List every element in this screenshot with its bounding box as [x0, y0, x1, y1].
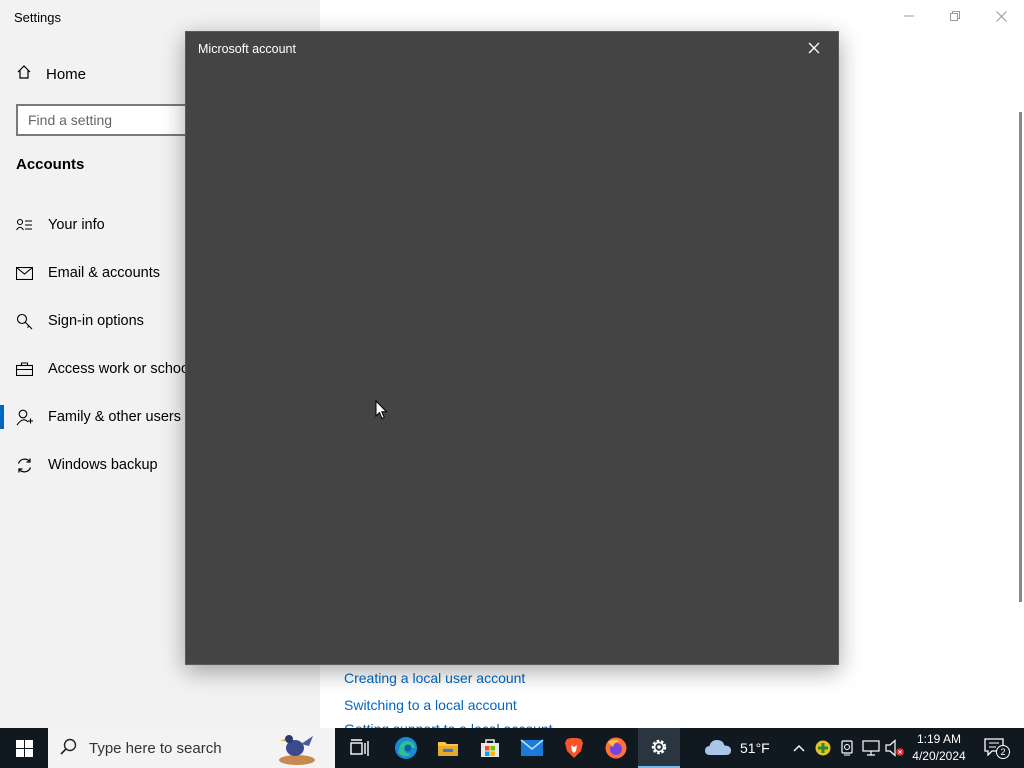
taskbar-search-box[interactable]: Type here to search	[48, 728, 335, 768]
firefox-taskbar-button[interactable]	[595, 728, 637, 768]
edge-taskbar-button[interactable]	[385, 728, 427, 768]
sidebar-item-label: Your info	[48, 217, 105, 233]
network-button[interactable]	[860, 728, 882, 768]
network-icon	[862, 740, 880, 756]
restore-button[interactable]	[932, 0, 978, 32]
app-title: Settings	[14, 10, 61, 25]
link-create-local-account[interactable]: Creating a local user account	[344, 670, 525, 686]
volume-muted-icon	[885, 739, 904, 757]
firefox-icon	[605, 737, 627, 759]
mouse-cursor-icon	[375, 399, 388, 425]
search-icon	[60, 738, 77, 759]
start-button[interactable]	[0, 728, 48, 768]
restore-icon	[950, 11, 960, 21]
task-view-icon	[350, 739, 369, 756]
edge-icon	[395, 737, 417, 759]
volume-button[interactable]	[884, 728, 906, 768]
close-icon	[808, 41, 820, 59]
dialog-title: Microsoft account	[198, 42, 296, 56]
taskbar: Type here to search 51°F 1:19 AM 4/20/20…	[0, 728, 1024, 768]
sync-icon	[16, 457, 33, 474]
notification-count-badge: 2	[996, 745, 1010, 759]
microsoft-store-taskbar-button[interactable]	[469, 728, 511, 768]
microsoft-store-icon	[481, 739, 499, 757]
briefcase-icon	[16, 361, 33, 378]
close-window-icon	[995, 10, 1007, 22]
mail-icon	[16, 265, 33, 282]
file-explorer-icon	[438, 742, 458, 756]
home-nav[interactable]: Home	[16, 63, 86, 85]
show-hidden-icons-button[interactable]	[790, 728, 808, 768]
weather-temp: 51°F	[740, 740, 770, 756]
task-view-button[interactable]	[339, 728, 381, 768]
minimize-icon	[904, 15, 914, 17]
person-add-icon	[16, 409, 33, 426]
mail-app-icon	[520, 739, 544, 756]
windows-logo-icon	[15, 739, 33, 757]
device-icon	[841, 740, 853, 756]
home-label: Home	[46, 65, 87, 83]
brave-taskbar-button[interactable]	[553, 728, 595, 768]
search-highlight-bird-icon	[273, 730, 317, 768]
taskbar-clock[interactable]: 1:19 AM 4/20/2024	[904, 731, 974, 765]
tray-app-button[interactable]	[812, 728, 834, 768]
minimize-button[interactable]	[886, 0, 932, 32]
home-icon	[16, 64, 32, 84]
notification-icon: 2	[984, 738, 1010, 759]
weather-widget[interactable]: 51°F	[704, 728, 770, 768]
sidebar-item-label: Email & accounts	[48, 265, 161, 281]
scrollbar[interactable]	[1019, 112, 1022, 602]
notification-center-button[interactable]: 2	[978, 728, 1012, 768]
mail-taskbar-button[interactable]	[511, 728, 553, 768]
person-card-icon	[16, 217, 33, 234]
sidebar-item-label: Sign-in options	[48, 313, 144, 329]
cloud-icon	[704, 738, 732, 759]
window-controls	[886, 0, 1024, 32]
brave-icon	[565, 738, 583, 758]
tray-app-icon	[815, 740, 831, 756]
chevron-up-icon	[793, 745, 805, 752]
sidebar-item-label: Windows backup	[48, 457, 158, 473]
dialog-close-button[interactable]	[798, 36, 830, 64]
clock-date: 4/20/2024	[912, 749, 966, 763]
key-icon	[16, 313, 33, 330]
taskbar-search-placeholder: Type here to search	[89, 739, 222, 757]
clock-time: 1:19 AM	[916, 732, 962, 746]
gear-icon	[651, 739, 667, 755]
search-placeholder: Find a setting	[28, 112, 113, 128]
settings-taskbar-button[interactable]	[638, 728, 680, 768]
file-explorer-taskbar-button[interactable]	[427, 728, 469, 768]
sidebar-item-label: Access work or school	[48, 361, 193, 377]
link-switch-local-account[interactable]: Switching to a local account	[344, 697, 517, 713]
section-title: Accounts	[16, 156, 85, 173]
tray-device-button[interactable]	[836, 728, 858, 768]
sidebar-item-label: Family & other users	[48, 409, 181, 425]
close-window-button[interactable]	[978, 0, 1024, 32]
microsoft-account-dialog: Microsoft account	[185, 31, 839, 665]
